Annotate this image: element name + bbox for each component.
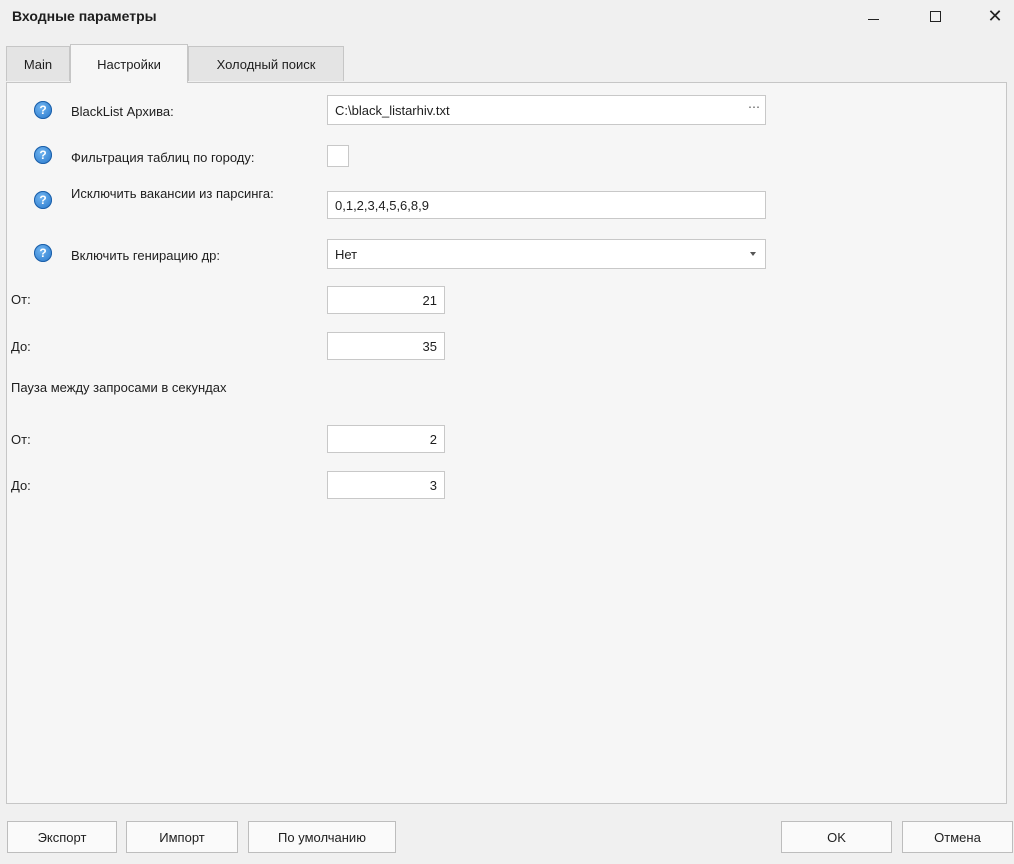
blacklist-path-input[interactable]: C:\black_listarhiv.txt ⋯ <box>327 95 766 125</box>
minimize-icon <box>867 18 879 20</box>
gen-from-value: 21 <box>422 292 437 308</box>
ok-button[interactable]: OK <box>781 821 892 853</box>
blacklist-label: BlackList Архива: <box>71 104 174 119</box>
minimize-button[interactable] <box>850 0 896 32</box>
title-bar: Входные параметры ✕ <box>0 0 1014 34</box>
generation-label: Включить генирацию др: <box>71 248 221 263</box>
close-icon: ✕ <box>987 5 1003 26</box>
gen-to-input[interactable]: 35 <box>327 332 445 360</box>
cancel-button[interactable]: Отмена <box>902 821 1013 853</box>
pause-from-value: 2 <box>429 431 437 447</box>
gen-to-label: До: <box>11 339 31 354</box>
tab-main[interactable]: Main <box>6 46 70 81</box>
pause-to-input[interactable]: 3 <box>327 471 445 499</box>
gen-to-value: 35 <box>422 338 437 354</box>
help-icon[interactable]: ? <box>34 191 52 209</box>
blacklist-path-value: C:\black_listarhiv.txt <box>335 102 450 118</box>
generation-value: Нет <box>335 246 358 262</box>
help-icon[interactable]: ? <box>34 146 52 164</box>
help-icon[interactable]: ? <box>34 101 52 119</box>
export-button[interactable]: Экспорт <box>7 821 117 853</box>
city-filter-label: Фильтрация таблиц по городу: <box>71 150 255 165</box>
default-button[interactable]: По умолчанию <box>248 821 396 853</box>
chevron-down-icon <box>750 252 756 256</box>
maximize-button[interactable] <box>912 0 958 32</box>
close-button[interactable]: ✕ <box>972 0 1014 32</box>
settings-panel: ? BlackList Архива: C:\black_listarhiv.t… <box>6 82 1007 804</box>
exclude-vacancies-input[interactable]: 0,1,2,3,4,5,6,8,9 <box>327 191 766 219</box>
pause-from-input[interactable]: 2 <box>327 425 445 453</box>
help-icon[interactable]: ? <box>34 244 52 262</box>
tab-settings[interactable]: Настройки <box>70 44 188 83</box>
exclude-vacancies-value: 0,1,2,3,4,5,6,8,9 <box>335 197 429 213</box>
gen-from-label: От: <box>11 292 31 307</box>
window-title: Входные параметры <box>12 8 157 24</box>
tab-cold-search[interactable]: Холодный поиск <box>188 46 344 81</box>
maximize-icon <box>929 10 941 22</box>
browse-icon[interactable]: ⋯ <box>748 100 760 114</box>
import-button[interactable]: Импорт <box>126 821 238 853</box>
generation-select[interactable]: Нет <box>327 239 766 269</box>
city-filter-checkbox[interactable] <box>327 145 349 167</box>
pause-from-label: От: <box>11 432 31 447</box>
exclude-label: Исключить вакансии из парсинга: <box>71 186 274 201</box>
pause-to-value: 3 <box>429 477 437 493</box>
pause-to-label: До: <box>11 478 31 493</box>
pause-heading: Пауза между запросами в секундах <box>11 380 227 395</box>
gen-from-input[interactable]: 21 <box>327 286 445 314</box>
